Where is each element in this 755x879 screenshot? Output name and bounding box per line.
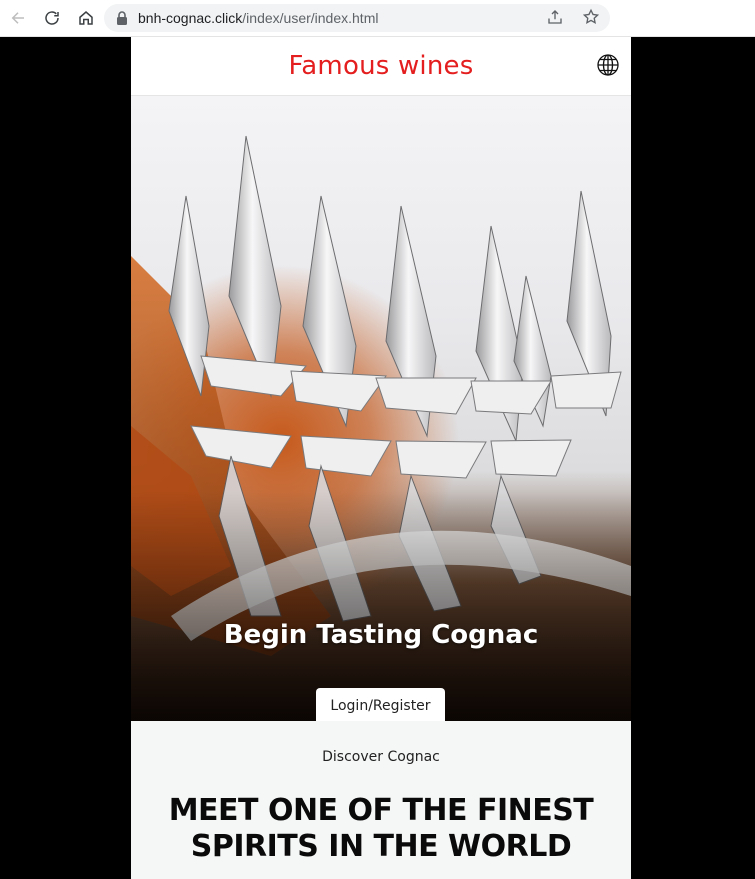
app-container: Famous wines Begin Tasting Cognac Login/…	[131, 37, 631, 879]
hero-title: Begin Tasting Cognac	[223, 620, 539, 650]
hero-gradient-overlay	[131, 491, 631, 721]
back-icon[interactable]	[6, 6, 30, 30]
url-host: bnh-cognac.click	[138, 10, 243, 26]
browser-toolbar: bnh-cognac.click/index/user/index.html	[0, 0, 755, 37]
lock-icon[interactable]	[116, 11, 128, 25]
hero-banner: Begin Tasting Cognac Login/Register	[131, 96, 631, 721]
login-register-button[interactable]: Login/Register	[316, 688, 445, 721]
discover-section: Discover Cognac MEET ONE OF THE FINEST S…	[131, 721, 631, 879]
brand-title[interactable]: Famous wines	[289, 51, 474, 81]
address-bar[interactable]: bnh-cognac.click/index/user/index.html	[104, 4, 610, 32]
star-icon[interactable]	[582, 8, 600, 26]
share-icon[interactable]	[546, 8, 564, 26]
reload-icon[interactable]	[40, 6, 64, 30]
globe-icon[interactable]	[596, 53, 620, 77]
discover-heading: MEET ONE OF THE FINEST SPIRITS IN THE WO…	[168, 793, 594, 864]
discover-kicker: Discover Cognac	[322, 749, 440, 765]
url-path: /index/user/index.html	[242, 10, 379, 26]
site-header: Famous wines	[131, 37, 631, 96]
home-icon[interactable]	[74, 6, 98, 30]
